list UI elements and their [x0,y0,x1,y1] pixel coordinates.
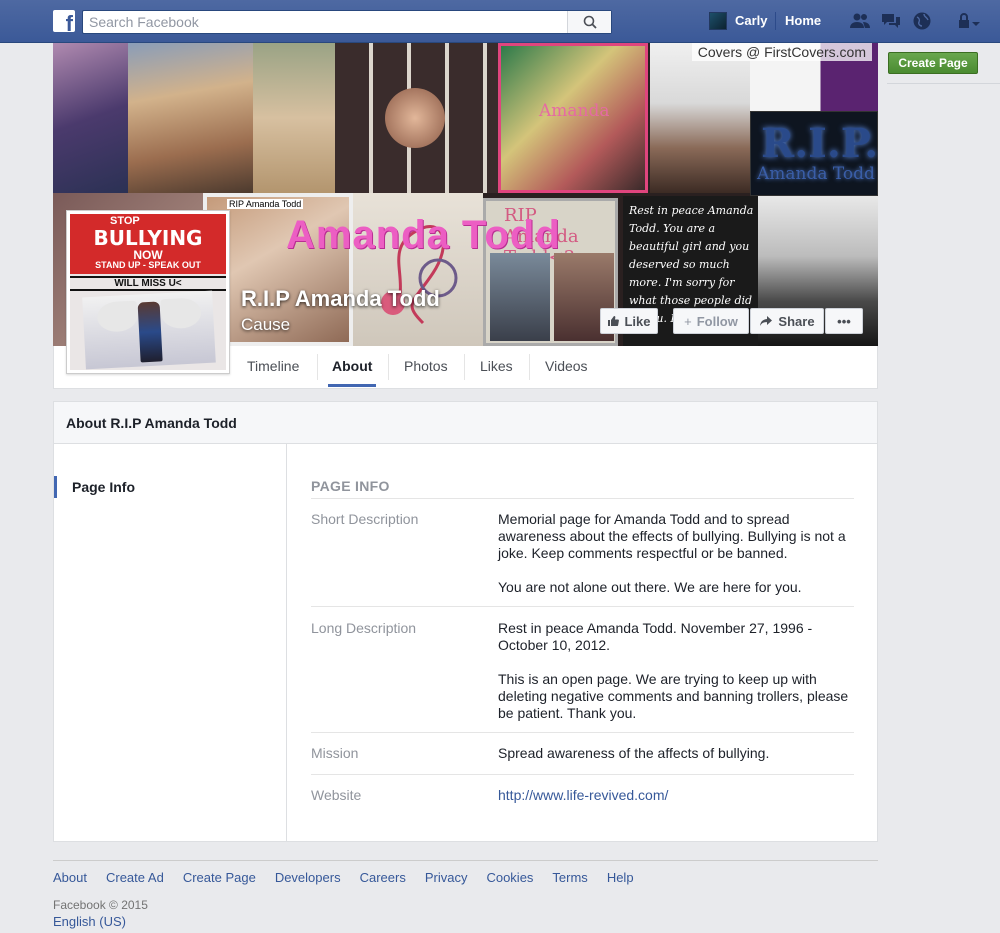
share-button[interactable]: Share [750,308,824,334]
footer-link-cookies[interactable]: Cookies [486,870,533,885]
share-label: Share [778,313,815,329]
tab-about[interactable]: About [332,358,372,374]
info-value: Memorial page for Amanda Todd and to spr… [498,511,854,596]
follow-button[interactable]: + Follow [673,308,749,334]
rip-text: R.I.P. [761,120,878,167]
divider [388,354,389,380]
footer-link-about[interactable]: About [53,870,87,885]
banner-text: STAND UP - SPEAK OUT [95,260,201,270]
about-panel: About R.I.P Amanda Todd Page Info PAGE I… [53,401,878,842]
info-paragraph: This is an open page. We are trying to k… [498,671,849,721]
collage-photo [650,43,750,193]
collage-photo: R.I.P. Amanda Todd [750,111,878,196]
divider [775,12,776,30]
like-button[interactable]: Like [600,308,658,334]
divider [311,498,854,499]
page-category[interactable]: Cause [241,315,290,335]
profile-picture[interactable]: STOP BULLYING NOW STAND UP - SPEAK OUT W… [66,210,230,374]
facebook-logo-icon[interactable]: f [53,10,75,35]
top-navigation-bar: f Carly Home [0,0,1000,43]
divider [317,354,318,380]
collage-photo [53,43,128,193]
profile-link[interactable]: Carly [735,13,768,28]
tab-videos[interactable]: Videos [545,358,588,374]
info-label: Website [311,787,362,803]
info-value: Rest in peace Amanda Todd. November 27, … [498,620,854,722]
notifications-icon[interactable] [911,11,933,31]
info-row-short-description: Short Description Memorial page for Aman… [311,511,854,607]
tab-likes[interactable]: Likes [480,358,513,374]
tab-timeline[interactable]: Timeline [247,358,299,374]
footer-link-help[interactable]: Help [607,870,634,885]
search-input[interactable] [83,11,567,33]
footer-link-developers[interactable]: Developers [275,870,341,885]
search-icon [583,15,597,29]
like-label: Like [624,313,651,329]
footer-links: About Create Ad Create Page Developers C… [53,870,634,885]
footer-link-careers[interactable]: Careers [360,870,406,885]
info-row-mission: Mission Spread awareness of the affects … [311,745,854,775]
about-header: About R.I.P Amanda Todd [54,402,877,444]
collage-caption-rip: RIP Amanda Todd [227,199,304,209]
language-link[interactable]: English (US) [53,914,126,929]
active-tab-indicator [328,384,376,387]
divider [464,354,465,380]
section-heading: PAGE INFO [311,478,390,494]
sidebar-item-page-info[interactable]: Page Info [54,476,135,498]
page-title[interactable]: R.I.P Amanda Todd [241,286,440,312]
info-paragraph: Rest in peace Amanda Todd. November 27, … [498,620,813,653]
cover-credit: Covers @ FirstCovers.com [691,43,872,61]
create-page-button[interactable]: Create Page [888,52,978,74]
info-label: Mission [311,745,359,761]
collage-photo: Amanda [498,43,648,193]
plus-icon: + [684,313,692,329]
collage-photo [335,43,498,193]
info-paragraph: You are not alone out there. We are here… [498,579,802,595]
search-box [82,10,612,34]
rip-name-text: Amanda Todd [757,164,875,184]
info-row-long-description: Long Description Rest in peace Amanda To… [311,620,854,733]
home-link[interactable]: Home [785,13,821,28]
copyright: Facebook © 2015 [53,898,148,912]
divider [53,860,878,861]
footer-link-terms[interactable]: Terms [552,870,587,885]
divider [887,83,1000,84]
more-icon: ••• [837,313,851,329]
search-button[interactable] [567,11,611,33]
cover-overlay-text: Amanda Todd [286,213,561,257]
banner-text: WILL MISS U< [70,276,226,291]
collage-photo [128,43,253,193]
info-label: Long Description [311,620,417,636]
privacy-shortcuts-icon[interactable] [955,11,983,31]
collage-caption: Amanda [539,101,610,121]
info-value: http://www.life-revived.com/ [498,787,854,804]
info-paragraph: Spread awareness of the affects of bully… [498,745,770,761]
footer-link-create-page[interactable]: Create Page [183,870,256,885]
website-link[interactable]: http://www.life-revived.com/ [498,787,668,803]
share-arrow-icon [760,316,773,326]
info-label: Short Description [311,511,419,527]
about-sidebar: Page Info [54,444,287,841]
divider [529,354,530,380]
friend-requests-icon[interactable] [849,11,871,31]
banner-text: BULLYING [93,226,203,250]
collage-photo [253,43,335,193]
more-options-button[interactable]: ••• [825,308,863,334]
tab-photos[interactable]: Photos [404,358,448,374]
about-title: About R.I.P Amanda Todd [66,415,237,431]
info-row-website: Website http://www.life-revived.com/ [311,787,854,817]
profile-picture-image: STOP BULLYING NOW STAND UP - SPEAK OUT W… [70,214,226,370]
footer-link-create-ad[interactable]: Create Ad [106,870,164,885]
follow-label: Follow [696,313,738,329]
info-paragraph: Memorial page for Amanda Todd and to spr… [498,511,846,561]
footer-link-privacy[interactable]: Privacy [425,870,468,885]
user-avatar[interactable] [709,12,727,30]
messages-icon[interactable] [880,11,902,31]
profile-angel-photo [82,290,216,370]
info-value: Spread awareness of the affects of bully… [498,745,854,762]
thumbs-up-icon [608,316,620,326]
